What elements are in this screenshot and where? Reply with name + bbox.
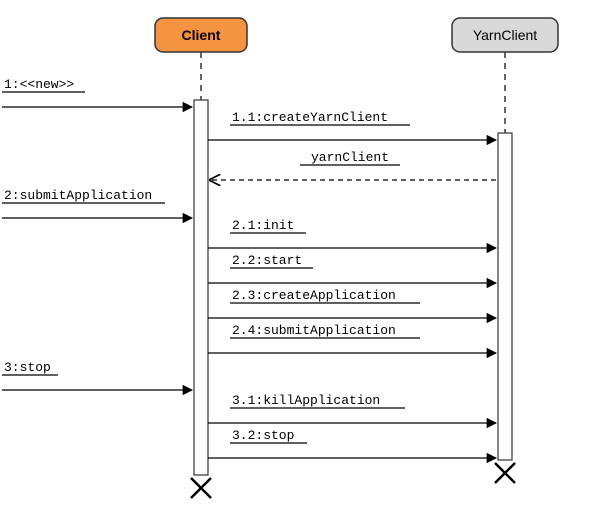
message-3-2-stop: 3.2:stop bbox=[208, 428, 496, 458]
svg-text:2.3:createApplication: 2.3:createApplication bbox=[232, 288, 396, 303]
message-2-submitapplication: 2:submitApplication bbox=[2, 188, 192, 218]
activation-client bbox=[194, 100, 208, 475]
message-2-3-createapplication: 2.3:createApplication bbox=[208, 288, 496, 318]
message-2-2-start: 2.2:start bbox=[208, 253, 496, 283]
message-1-new: 1:<<new>> bbox=[2, 77, 192, 107]
svg-text:2.4:submitApplication: 2.4:submitApplication bbox=[232, 323, 396, 338]
message-3-stop: 3:stop bbox=[2, 360, 192, 390]
message-1-1-createyarnclient: 1.1:createYarnClient bbox=[208, 110, 496, 140]
message-2-4-submitapplication: 2.4:submitApplication bbox=[208, 323, 496, 353]
destroy-yarnclient-icon bbox=[495, 463, 515, 483]
svg-text:3.1:killApplication: 3.1:killApplication bbox=[232, 393, 380, 408]
message-3-1-killapplication: 3.1:killApplication bbox=[208, 393, 496, 423]
svg-text:1:<<new>>: 1:<<new>> bbox=[4, 77, 74, 92]
svg-text:3.2:stop: 3.2:stop bbox=[232, 428, 294, 443]
svg-text:1.1:createYarnClient: 1.1:createYarnClient bbox=[232, 110, 388, 125]
activation-yarnclient bbox=[498, 133, 512, 460]
message-2-1-init: 2.1:init bbox=[208, 218, 496, 248]
svg-text:3:stop: 3:stop bbox=[4, 360, 51, 375]
svg-text:2:submitApplication: 2:submitApplication bbox=[4, 188, 152, 203]
svg-text:2.1:init: 2.1:init bbox=[232, 218, 294, 233]
svg-text:2.2:start: 2.2:start bbox=[232, 253, 302, 268]
participant-yarnclient-label: YarnClient bbox=[473, 27, 537, 43]
destroy-client-icon bbox=[191, 478, 211, 498]
participant-client-label: Client bbox=[182, 27, 221, 43]
sequence-diagram: Client YarnClient 1:<<new>> 1.1:createYa… bbox=[0, 0, 594, 521]
svg-text:yarnClient: yarnClient bbox=[311, 150, 389, 165]
return-yarnclient: yarnClient bbox=[210, 150, 496, 180]
